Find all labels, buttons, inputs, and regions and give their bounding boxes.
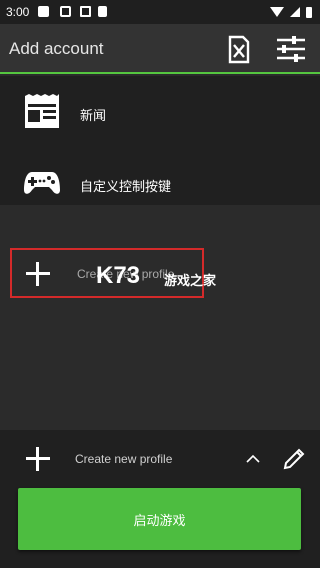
status-time: 3:00 [6, 5, 30, 19]
edit-pencil-icon[interactable] [281, 446, 307, 472]
notification-icon [98, 6, 107, 17]
wifi-icon [270, 7, 284, 17]
notification-icon [38, 6, 49, 17]
status-icons [270, 0, 312, 24]
notification-icon [80, 6, 91, 17]
menu-item-label: 新闻 [80, 108, 107, 123]
notification-icon [60, 6, 71, 17]
news-icon [25, 94, 59, 128]
status-bar: 3:00 [0, 0, 320, 24]
profile-list [0, 205, 320, 430]
signal-icon [290, 7, 300, 17]
menu-item-news[interactable]: 新闻 [0, 76, 320, 146]
watermark-text: 游戏之家 [164, 273, 217, 288]
battery-icon [306, 6, 312, 18]
profile-selector-label[interactable]: Create new profile [75, 452, 172, 466]
clear-sdcard-icon[interactable] [221, 32, 255, 66]
menu-item-label: 自定义控制按键 [80, 179, 172, 194]
gamepad-icon [24, 172, 60, 194]
settings-sliders-icon[interactable] [274, 32, 308, 66]
add-profile-icon[interactable] [26, 447, 50, 471]
page-title: Add account [9, 39, 104, 58]
launch-game-button[interactable]: 启动游戏 [18, 488, 301, 550]
watermark-logo: K73 [96, 262, 141, 289]
app-bar: Add account [0, 24, 320, 74]
chevron-up-icon[interactable] [246, 452, 260, 466]
